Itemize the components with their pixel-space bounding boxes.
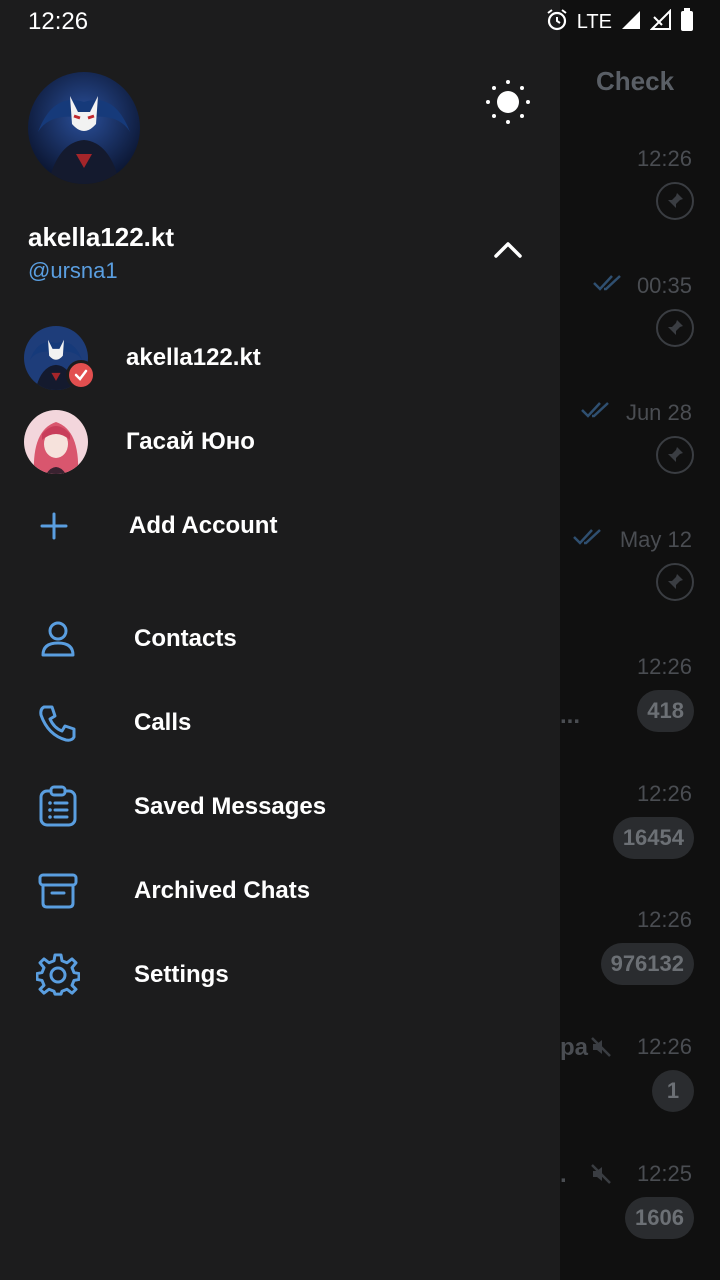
menu-item-archived-chats[interactable]: Archived Chats: [0, 849, 560, 933]
person-icon: [36, 617, 80, 661]
double-check-icon: [592, 273, 628, 299]
profile-username: @ursna1: [28, 258, 118, 283]
muted-icon: [590, 1163, 612, 1190]
chevron-up-icon[interactable]: [490, 232, 526, 268]
status-bar: 12:26 LTE: [0, 0, 720, 44]
double-check-icon: [572, 527, 608, 553]
menu-item-saved-messages[interactable]: Saved Messages: [0, 765, 560, 849]
profile-avatar[interactable]: [28, 72, 140, 184]
unread-badge: 976132: [600, 943, 694, 985]
menu-label: Settings: [134, 961, 229, 988]
chat-list-title: Check: [596, 66, 675, 96]
unread-badge: 1: [652, 1070, 694, 1112]
menu-label: Saved Messages: [134, 793, 327, 820]
menu-item-calls[interactable]: Calls: [0, 681, 560, 765]
selected-check-icon: [66, 360, 96, 390]
add-account-label: Add Account: [129, 512, 278, 539]
add-account-button[interactable]: Add Account: [0, 484, 560, 568]
account-name: Гасай Юно: [126, 428, 255, 455]
theme-toggle-sun-icon[interactable]: [484, 78, 532, 126]
network-type: LTE: [576, 11, 612, 33]
alarm-icon: [545, 8, 569, 37]
account-item[interactable]: Гасай Юно: [0, 400, 560, 484]
chat-time: 12:26: [636, 781, 692, 806]
pin-icon: [656, 309, 694, 347]
chat-title-fragment: .: [560, 1161, 567, 1188]
menu-label: Calls: [134, 709, 192, 736]
status-time: 12:26: [28, 8, 89, 35]
chat-time: 12:26: [636, 1034, 692, 1059]
menu-item-settings[interactable]: Settings: [0, 933, 560, 1017]
chat-preview-fragment: ...: [560, 702, 581, 729]
plus-icon: [36, 508, 72, 544]
navigation-drawer: akella122.kt @ursna1 akella122.kt Гасай …: [0, 0, 560, 1280]
chat-time: 12:26: [636, 654, 692, 679]
pin-icon: [656, 563, 694, 601]
gear-icon: [35, 953, 81, 997]
chat-time: 00:35: [636, 273, 692, 298]
chat-time: 12:26: [636, 146, 692, 171]
signal-icon: [620, 9, 642, 36]
pin-icon: [656, 436, 694, 474]
chat-time: Jun 28: [625, 400, 692, 425]
menu-item-contacts[interactable]: Contacts: [0, 597, 560, 681]
double-check-icon: [580, 400, 616, 426]
unread-badge: 418: [637, 690, 694, 732]
account-avatar: [24, 410, 88, 474]
battery-icon: [680, 8, 694, 37]
unread-badge: 1606: [625, 1197, 694, 1239]
chat-title-fragment: ра: [560, 1034, 589, 1061]
profile-name: akella122.kt: [28, 222, 175, 252]
muted-icon: [590, 1036, 612, 1063]
menu-label: Contacts: [134, 625, 237, 652]
phone-icon: [36, 701, 80, 745]
chat-time: May 12: [619, 527, 692, 552]
unread-badge: 16454: [612, 817, 694, 859]
pin-icon: [656, 182, 694, 220]
chat-time: 12:26: [636, 907, 692, 932]
menu-label: Archived Chats: [134, 877, 311, 904]
archive-icon: [36, 869, 80, 913]
account-item-current[interactable]: akella122.kt: [0, 316, 560, 400]
chat-time: 12:25: [636, 1161, 692, 1186]
status-icons: LTE: [545, 8, 694, 37]
account-name: akella122.kt: [126, 344, 261, 371]
signal-no-data-icon: [649, 8, 672, 36]
saved-messages-icon: [36, 785, 80, 829]
